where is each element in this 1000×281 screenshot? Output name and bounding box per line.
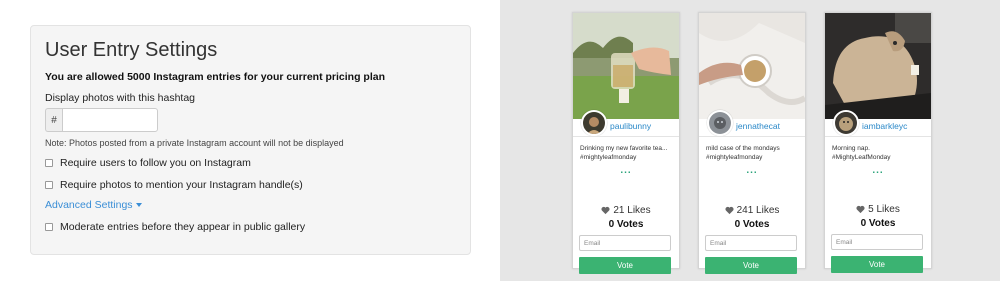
- advanced-settings-toggle[interactable]: Advanced Settings: [45, 199, 142, 211]
- card-divider: [699, 136, 805, 137]
- entry-photo[interactable]: [699, 13, 805, 119]
- moderate-entries-row[interactable]: Moderate entries before they appear in p…: [45, 221, 305, 233]
- votes-count: 0 Votes: [734, 219, 770, 230]
- avatar[interactable]: [833, 110, 859, 136]
- avatar[interactable]: [707, 110, 733, 136]
- card-divider: [825, 136, 931, 137]
- advanced-settings-label: Advanced Settings: [45, 199, 133, 211]
- moderate-checkbox[interactable]: [45, 223, 53, 231]
- hashtag-prefix: #: [45, 108, 62, 132]
- heart-icon: [856, 205, 865, 214]
- vote-button[interactable]: Vote: [705, 257, 797, 274]
- follow-checkbox-label: Require users to follow you on Instagram: [60, 157, 251, 169]
- likes-count: 21 Likes: [573, 205, 679, 216]
- likes-count: 5 Likes: [825, 204, 931, 215]
- email-input[interactable]: Email: [579, 235, 671, 251]
- avatar[interactable]: [581, 110, 607, 136]
- caret-down-icon: [135, 203, 142, 207]
- settings-title: User Entry Settings: [45, 39, 218, 61]
- email-input[interactable]: Email: [705, 235, 797, 251]
- follow-checkbox[interactable]: [45, 159, 53, 167]
- private-account-note: Note: Photos posted from a private Insta…: [45, 138, 344, 148]
- mention-requirement-row[interactable]: Require photos to mention your Instagram…: [45, 179, 303, 191]
- mention-checkbox[interactable]: [45, 181, 53, 189]
- more-dots[interactable]: ...: [699, 165, 805, 176]
- votes-count: 0 Votes: [860, 218, 896, 229]
- entry-card: paulibunny Drinking my new favorite tea.…: [572, 12, 680, 274]
- follow-requirement-row[interactable]: Require users to follow you on Instagram: [45, 157, 251, 169]
- heart-icon: [725, 206, 734, 215]
- hashtag-label: Display photos with this hashtag: [45, 92, 195, 104]
- entry-photo[interactable]: [573, 13, 679, 119]
- entry-caption: Drinking my new favorite tea... #mightyl…: [580, 145, 668, 161]
- username-link[interactable]: jennathecat: [736, 121, 780, 131]
- vote-button[interactable]: Vote: [579, 257, 671, 274]
- hashtag-input-group: #: [45, 108, 158, 132]
- mention-checkbox-label: Require photos to mention your Instagram…: [60, 179, 303, 191]
- more-dots[interactable]: ...: [825, 165, 931, 176]
- entry-caption: mild case of the mondays #mightyleafmond…: [706, 145, 780, 161]
- likes-label: 5 Likes: [868, 204, 900, 215]
- card-divider: [573, 136, 679, 137]
- email-input[interactable]: Email: [831, 234, 923, 250]
- likes-label: 241 Likes: [736, 205, 780, 216]
- vote-button[interactable]: Vote: [831, 256, 923, 273]
- moderate-checkbox-label: Moderate entries before they appear in p…: [60, 221, 306, 233]
- votes-count: 0 Votes: [608, 219, 644, 230]
- username-link[interactable]: iambarkleyc: [862, 121, 907, 131]
- user-entry-settings-panel: User Entry Settings You are allowed 5000…: [30, 25, 471, 255]
- more-dots[interactable]: ...: [573, 165, 679, 176]
- plan-allowance-text: You are allowed 5000 Instagram entries f…: [45, 71, 385, 83]
- hashtag-input[interactable]: [62, 108, 158, 132]
- username-link[interactable]: paulibunny: [610, 121, 651, 131]
- entry-card: iambarkleyc Morning nap. #MightyLeafMond…: [824, 12, 932, 273]
- entry-photo[interactable]: [825, 13, 931, 119]
- gallery-preview: paulibunny Drinking my new favorite tea.…: [500, 0, 1000, 281]
- heart-icon: [601, 206, 610, 215]
- likes-label: 21 Likes: [613, 205, 651, 216]
- entry-caption: Morning nap. #MightyLeafMonday: [832, 145, 891, 161]
- likes-count: 241 Likes: [699, 205, 805, 216]
- entry-card: jennathecat mild case of the mondays #mi…: [698, 12, 806, 274]
